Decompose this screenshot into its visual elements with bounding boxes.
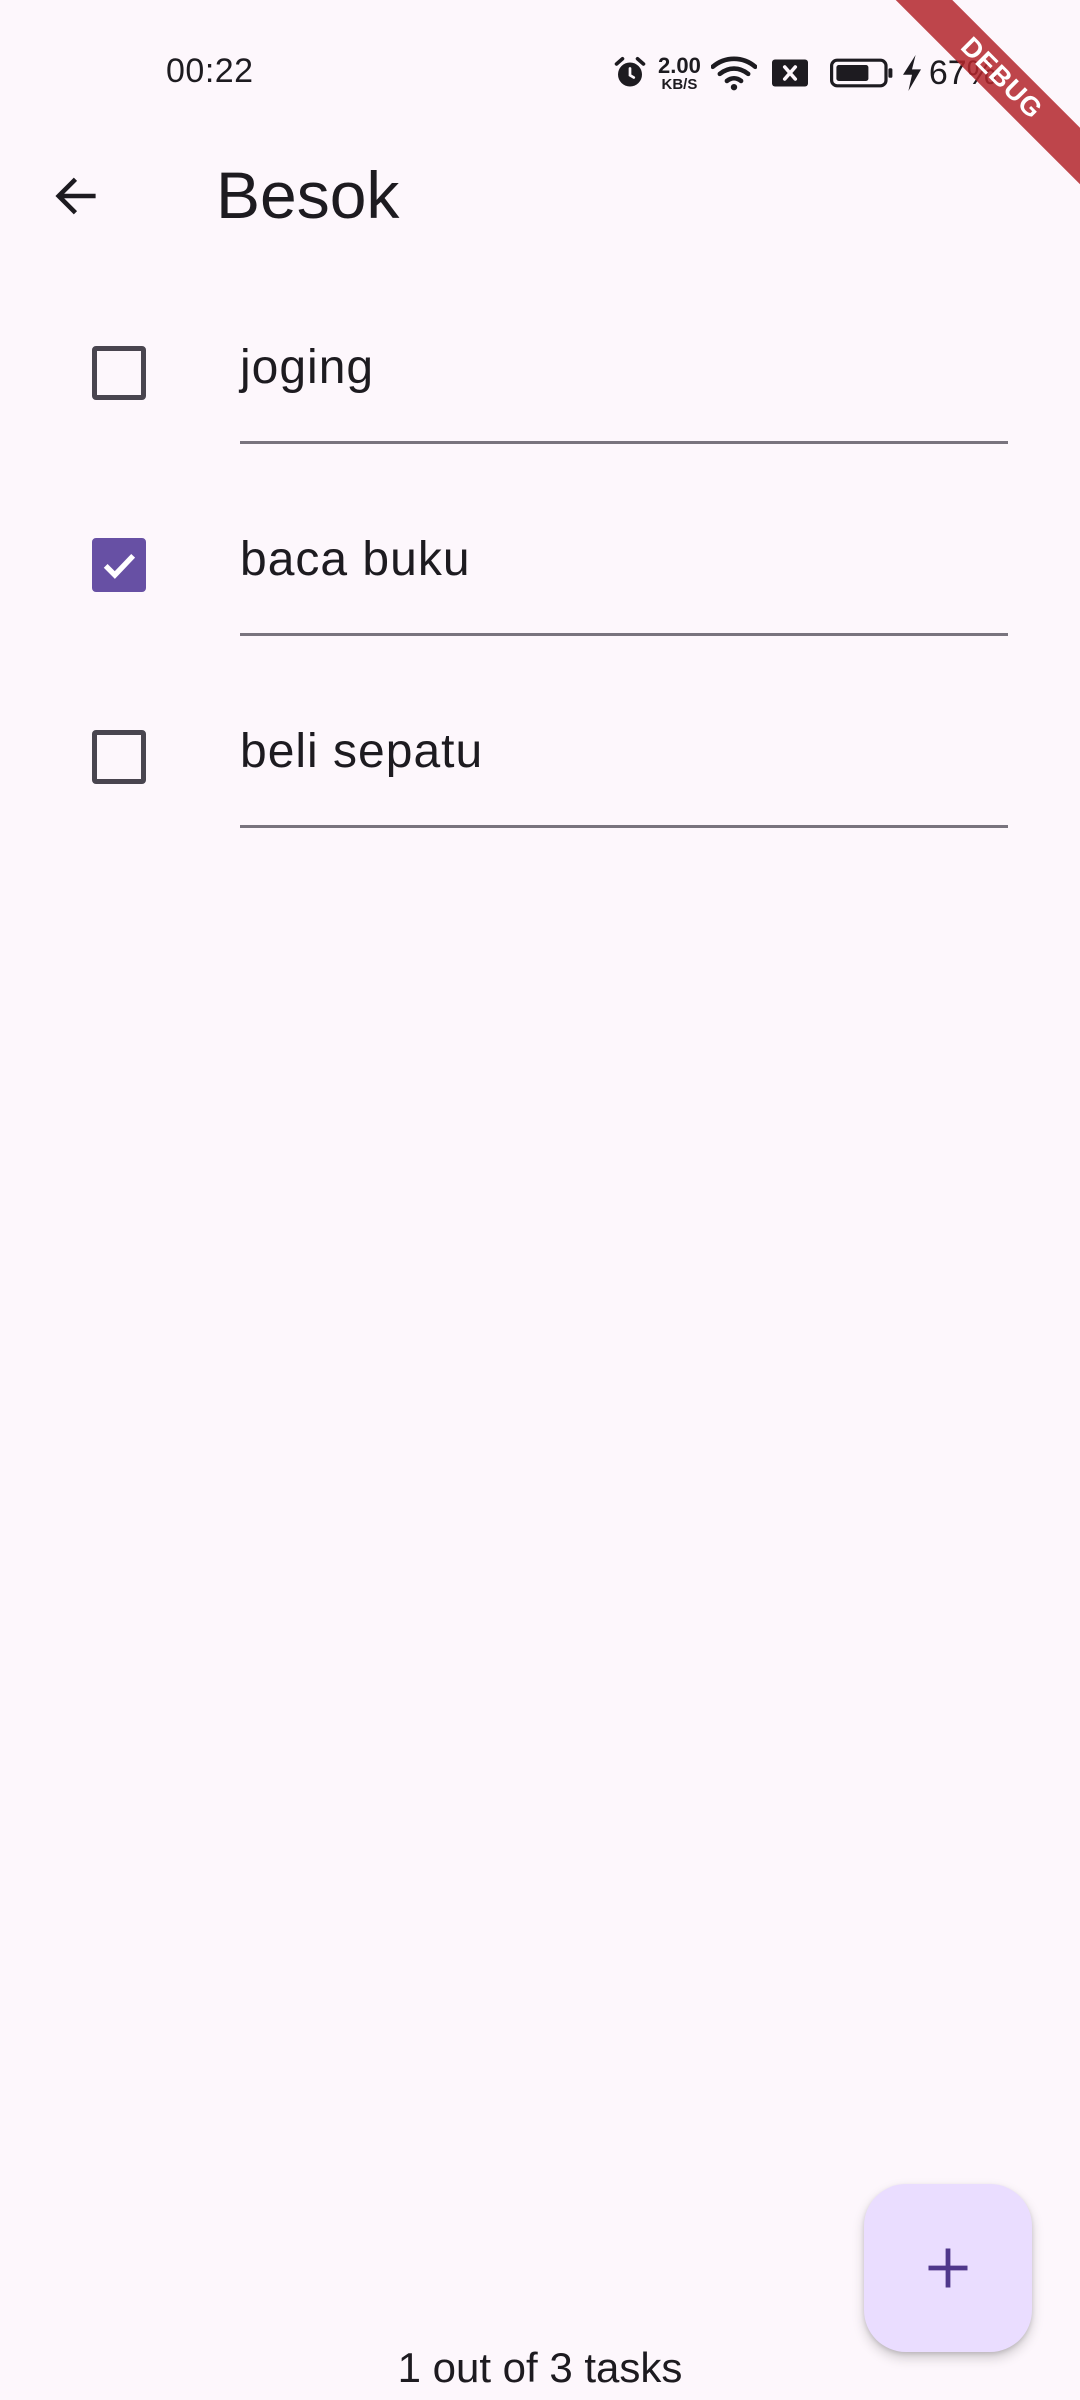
check-icon: [103, 553, 136, 579]
task-text: beli sepatu: [240, 725, 484, 778]
task-checkbox[interactable]: [92, 730, 146, 784]
task-text-field[interactable]: beli sepatu: [240, 710, 1008, 828]
task-checkbox[interactable]: [92, 346, 146, 400]
task-text: joging: [240, 341, 375, 394]
task-list: joging baca buku beli sepatu: [0, 290, 1080, 866]
task-text-field[interactable]: joging: [240, 326, 1008, 444]
task-text-field[interactable]: baca buku: [240, 518, 1008, 636]
app-bar: Besok: [0, 130, 1080, 260]
net-speed-value: 2.00: [658, 52, 701, 78]
task-text: baca buku: [240, 533, 471, 586]
task-checkbox[interactable]: [92, 538, 146, 592]
task-row: beli sepatu: [0, 674, 1080, 866]
back-button[interactable]: [34, 154, 118, 238]
sim-blocked-icon: [771, 59, 808, 87]
add-task-button[interactable]: [864, 2184, 1032, 2352]
page-title: Besok: [216, 158, 400, 232]
net-speed-unit: KB/S: [661, 75, 698, 93]
alarm-icon: [614, 56, 646, 87]
task-row: joging: [0, 290, 1080, 482]
status-time: 00:22: [166, 52, 254, 90]
task-row: baca buku: [0, 482, 1080, 674]
arrow-back-icon: [55, 177, 96, 215]
task-count: 1 out of 3 tasks: [397, 2344, 683, 2391]
wifi-icon: [710, 56, 757, 91]
net-speed: 2.00 KB/S: [658, 52, 701, 93]
add-icon: [928, 2248, 968, 2288]
